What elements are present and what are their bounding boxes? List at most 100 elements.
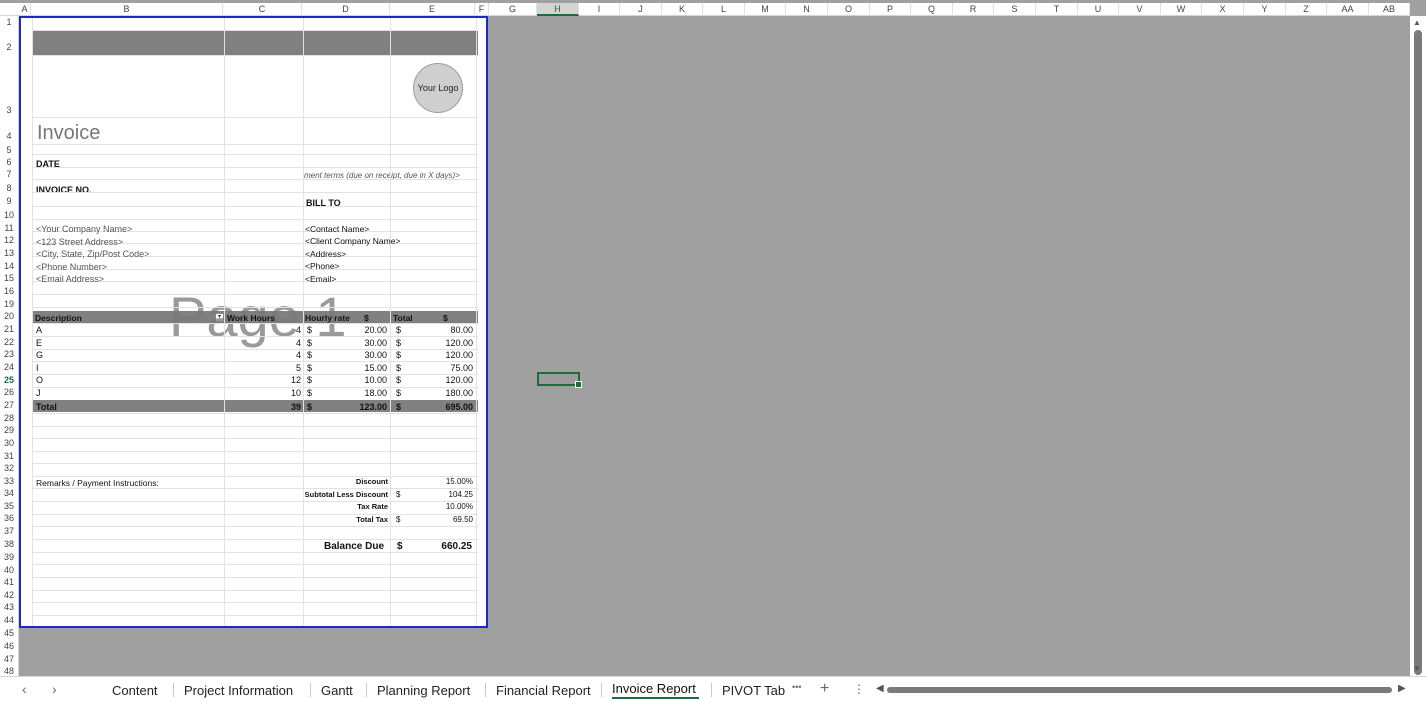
- column-header-u[interactable]: U: [1078, 3, 1119, 16]
- row-header-6[interactable]: 6: [0, 157, 18, 167]
- more-sheets-icon[interactable]: •••: [792, 682, 801, 692]
- column-header-j[interactable]: J: [620, 3, 662, 16]
- row-header-16[interactable]: 16: [0, 286, 18, 296]
- column-header-ab[interactable]: AB: [1369, 3, 1410, 16]
- row-header-22[interactable]: 22: [0, 337, 18, 347]
- row-header-38[interactable]: 38: [0, 539, 18, 549]
- column-header-g[interactable]: G: [489, 3, 537, 16]
- line-item-hours[interactable]: 12: [271, 375, 301, 385]
- line-item-description[interactable]: J: [36, 388, 41, 398]
- column-header-v[interactable]: V: [1119, 3, 1161, 16]
- horizontal-scrollbar[interactable]: ◀ ▶: [876, 683, 1408, 695]
- summary-value[interactable]: 104.25: [425, 490, 473, 499]
- column-header-x[interactable]: X: [1202, 3, 1244, 16]
- line-item-description[interactable]: O: [36, 375, 43, 385]
- row-header-46[interactable]: 46: [0, 641, 18, 651]
- remarks-label[interactable]: Remarks / Payment Instructions:: [36, 478, 159, 488]
- column-header-d[interactable]: D: [302, 3, 390, 16]
- row-header-25[interactable]: 25: [0, 375, 18, 385]
- line-item-hours[interactable]: 4: [271, 325, 301, 335]
- line-item-rate-currency[interactable]: $: [307, 388, 312, 398]
- horizontal-scroll-thumb[interactable]: [887, 687, 1392, 693]
- add-sheet-icon[interactable]: +: [820, 680, 829, 698]
- row-header-23[interactable]: 23: [0, 349, 18, 359]
- row-header-4[interactable]: 4: [0, 131, 18, 141]
- table-header-1[interactable]: Work Hours: [227, 313, 275, 323]
- summary-value[interactable]: 15.00%: [425, 477, 473, 486]
- line-item-rate-currency[interactable]: $: [307, 363, 312, 373]
- line-item-total-currency[interactable]: $: [396, 363, 401, 373]
- row-header-8[interactable]: 8: [0, 183, 18, 193]
- row-header-3[interactable]: 3: [0, 105, 18, 115]
- sheet-tab-content[interactable]: Content: [112, 683, 158, 698]
- active-cell-h25[interactable]: [537, 372, 582, 388]
- column-header-c[interactable]: C: [223, 3, 302, 16]
- line-item-total-currency[interactable]: $: [396, 350, 401, 360]
- row-header-19[interactable]: 19: [0, 299, 18, 309]
- line-item-hours[interactable]: 5: [271, 363, 301, 373]
- column-header-z[interactable]: Z: [1286, 3, 1327, 16]
- row-header-44[interactable]: 44: [0, 615, 18, 625]
- scroll-right-icon[interactable]: ▶: [1398, 683, 1406, 694]
- column-header-n[interactable]: N: [786, 3, 828, 16]
- row-header-32[interactable]: 32: [0, 463, 18, 473]
- sheet-tab-financial-report[interactable]: Financial Report: [496, 683, 591, 698]
- line-item-hours[interactable]: 4: [271, 338, 301, 348]
- column-header-aa[interactable]: AA: [1327, 3, 1369, 16]
- line-item-rate[interactable]: 15.00: [341, 363, 387, 373]
- company-line[interactable]: <123 Street Address>: [36, 237, 123, 247]
- print-page-area[interactable]: Your Logo Invoice DATE ment terms (due o…: [19, 16, 488, 628]
- summary-value[interactable]: 69.50: [425, 515, 473, 524]
- row-header-9[interactable]: 9: [0, 196, 18, 206]
- scroll-down-icon[interactable]: ▼: [1413, 664, 1421, 673]
- row-header-47[interactable]: 47: [0, 654, 18, 664]
- summary-label[interactable]: Subtotal Less Discount: [271, 490, 388, 499]
- vertical-scrollbar[interactable]: ▲ ▼: [1410, 16, 1426, 676]
- row-header-10[interactable]: 10: [0, 210, 18, 220]
- row-header-2[interactable]: 2: [0, 42, 18, 52]
- row-header-41[interactable]: 41: [0, 577, 18, 587]
- sheet-menu-icon[interactable]: ⋮: [853, 682, 865, 696]
- company-line[interactable]: <City, State, Zip/Post Code>: [36, 249, 149, 259]
- row-header-30[interactable]: 30: [0, 438, 18, 448]
- line-item-total-currency[interactable]: $: [396, 375, 401, 385]
- prev-sheet-icon[interactable]: ‹: [22, 681, 27, 697]
- table-header-3[interactable]: $: [364, 313, 369, 323]
- row-header-33[interactable]: 33: [0, 476, 18, 486]
- company-line[interactable]: <Phone Number>: [36, 262, 107, 272]
- column-header-h[interactable]: H: [537, 3, 579, 16]
- line-item-rate[interactable]: 20.00: [341, 325, 387, 335]
- row-header-21[interactable]: 21: [0, 324, 18, 334]
- column-header-r[interactable]: R: [953, 3, 994, 16]
- column-header-k[interactable]: K: [662, 3, 703, 16]
- line-item-total-currency[interactable]: $: [396, 338, 401, 348]
- column-header-q[interactable]: Q: [911, 3, 953, 16]
- column-header-m[interactable]: M: [745, 3, 786, 16]
- filter-dropdown-icon[interactable]: ▾: [215, 313, 224, 322]
- line-item-total[interactable]: 80.00: [425, 325, 473, 335]
- row-header-13[interactable]: 13: [0, 248, 18, 258]
- column-header-t[interactable]: T: [1036, 3, 1078, 16]
- line-item-rate[interactable]: 10.00: [341, 375, 387, 385]
- row-header-28[interactable]: 28: [0, 413, 18, 423]
- client-line[interactable]: <Contact Name>: [305, 224, 369, 234]
- vertical-scroll-thumb[interactable]: [1414, 30, 1422, 675]
- line-item-total-currency[interactable]: $: [396, 388, 401, 398]
- summary-currency[interactable]: $: [396, 515, 400, 524]
- client-line[interactable]: <Client Company Name>: [305, 236, 400, 246]
- row-header-35[interactable]: 35: [0, 501, 18, 511]
- line-item-hours[interactable]: 10: [271, 388, 301, 398]
- row-header-40[interactable]: 40: [0, 565, 18, 575]
- line-item-total[interactable]: 75.00: [425, 363, 473, 373]
- sheet-tab-invoice-report[interactable]: Invoice Report: [612, 681, 696, 696]
- line-item-description[interactable]: E: [36, 338, 42, 348]
- row-header-31[interactable]: 31: [0, 451, 18, 461]
- line-item-rate-currency[interactable]: $: [307, 375, 312, 385]
- company-line[interactable]: <Email Address>: [36, 274, 104, 284]
- line-item-rate[interactable]: 30.00: [341, 350, 387, 360]
- balance-due-currency[interactable]: $: [397, 541, 403, 552]
- column-header-s[interactable]: S: [994, 3, 1036, 16]
- total-amount-currency[interactable]: $: [396, 402, 401, 412]
- column-header-o[interactable]: O: [828, 3, 870, 16]
- sheet-tab-pivot-tab[interactable]: PIVOT Tab: [722, 683, 785, 698]
